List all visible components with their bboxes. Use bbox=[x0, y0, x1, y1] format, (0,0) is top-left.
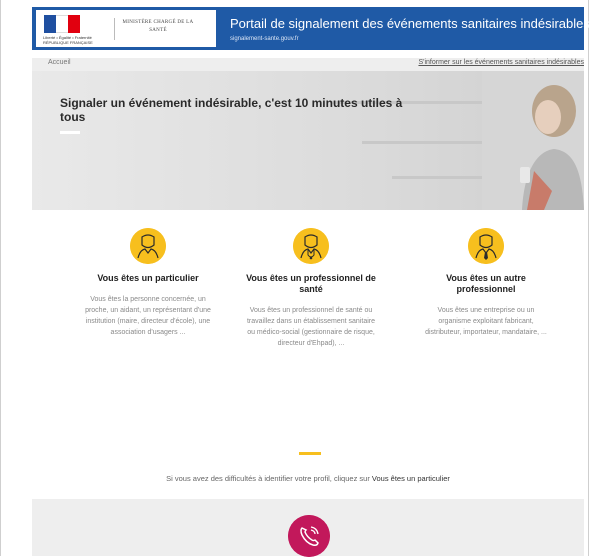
help-text-body: Si vous avez des difficultés à identifie… bbox=[166, 474, 372, 483]
shelf-decoration bbox=[362, 141, 482, 144]
businessman-icon bbox=[468, 228, 504, 264]
page: Liberté • Égalité • Fraternité RÉPUBLIQU… bbox=[0, 0, 589, 557]
ministry-name: MINISTÈRE CHARGÉ DE LA SANTÉ bbox=[122, 20, 194, 33]
breadcrumb-home[interactable]: Accueil bbox=[48, 59, 71, 66]
profile-card-professionnel-sante[interactable]: Vous êtes un professionnel de santé Vous… bbox=[246, 228, 376, 349]
profile-description: Vous êtes une entreprise ou un organisme… bbox=[425, 307, 547, 336]
logo-divider bbox=[114, 18, 115, 40]
profile-title: Vous êtes un professionnel de santé bbox=[246, 273, 376, 294]
profile-card-autre-professionnel[interactable]: Vous êtes un autre professionnel Vous êt… bbox=[421, 228, 551, 338]
inform-link[interactable]: S'informer sur les événements sanitaires… bbox=[418, 59, 584, 66]
doctor-icon bbox=[293, 228, 329, 264]
help-text: Si vous avez des difficultés à identifie… bbox=[32, 474, 584, 483]
profile-title: Vous êtes un particulier bbox=[97, 273, 199, 283]
breadcrumb: Accueil S'informer sur les événements sa… bbox=[32, 58, 584, 71]
profile-description: Vous êtes la personne concernée, un proc… bbox=[85, 296, 211, 336]
section-divider bbox=[299, 452, 321, 455]
profile-card-particulier[interactable]: Vous êtes un particulier Vous êtes la pe… bbox=[83, 228, 213, 338]
shelf-decoration bbox=[392, 176, 482, 179]
hero-title: Signaler un événement indésirable, c'est… bbox=[60, 96, 403, 124]
french-flag-icon bbox=[44, 15, 80, 33]
phone-icon[interactable] bbox=[288, 515, 330, 557]
help-link[interactable]: Vous êtes un particulier bbox=[372, 474, 450, 483]
government-logo[interactable]: Liberté • Égalité • Fraternité RÉPUBLIQU… bbox=[36, 10, 216, 47]
person-icon bbox=[130, 228, 166, 264]
site-header: Liberté • Égalité • Fraternité RÉPUBLIQU… bbox=[32, 7, 589, 50]
pharmacist-illustration bbox=[482, 71, 584, 210]
flag-caption: Liberté • Égalité • Fraternité RÉPUBLIQU… bbox=[43, 35, 93, 45]
profile-description: Vous êtes un professionnel de santé ou t… bbox=[246, 307, 375, 347]
portal-url: signalement-sante.gouv.fr bbox=[230, 36, 299, 42]
hero-underline bbox=[60, 131, 80, 134]
hero-banner: Signaler un événement indésirable, c'est… bbox=[32, 71, 584, 210]
profile-title: Vous êtes un autre professionnel bbox=[446, 273, 526, 294]
portal-title[interactable]: Portail de signalement des événements sa… bbox=[230, 16, 589, 31]
